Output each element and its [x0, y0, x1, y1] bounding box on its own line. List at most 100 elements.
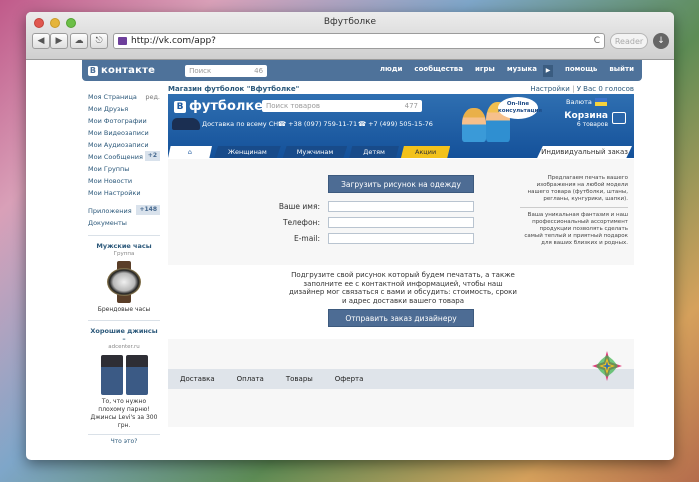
- send-order-button[interactable]: Отправить заказ дизайнеру: [328, 309, 474, 327]
- nav-games[interactable]: игры: [475, 65, 495, 77]
- sidebar-item-audio[interactable]: Мои Аудиозаписи: [88, 139, 160, 151]
- name-label: Ваше имя:: [278, 202, 320, 211]
- sidebar-item-label: Мои Фотографии: [88, 117, 147, 125]
- title-bar: Вфутболке ◀ ▶ ☁ ⎋ http://vk.com/app? C R…: [26, 12, 674, 60]
- cart-count: 6 товаров: [576, 121, 608, 128]
- phone-icon: ☎: [278, 120, 287, 128]
- ad-subtitle: adcenter.ru: [108, 344, 140, 350]
- tab-kids[interactable]: Детям: [349, 146, 399, 158]
- votes-link[interactable]: У Вас 0 голосов: [577, 85, 634, 93]
- shop-logo[interactable]: B футболке: [174, 99, 263, 114]
- sidebar-item-groups[interactable]: Мои Группы: [88, 163, 160, 175]
- left-sidebar: Моя Страница ред. Мои Друзья Мои Фотограф…: [88, 91, 160, 445]
- downloads-icon[interactable]: ↓: [653, 33, 669, 49]
- nav-music[interactable]: музыка: [507, 65, 537, 77]
- tab-women[interactable]: Женщинам: [214, 146, 281, 158]
- shop-logo-text: футболке: [189, 99, 264, 114]
- cloud-icon: ☁: [74, 36, 84, 46]
- footer-nav: Доставка Оплата Товары Оферта: [168, 369, 634, 389]
- sidebar-item-apps[interactable]: Приложения +148: [88, 205, 160, 217]
- sidebar-item-news[interactable]: Мои Новости: [88, 175, 160, 187]
- ad-title[interactable]: Мужские часы: [88, 242, 160, 250]
- footer-offer-link[interactable]: Оферта: [335, 375, 364, 383]
- whats-this-row: Что это?: [88, 434, 160, 445]
- nav-help[interactable]: помощь: [565, 65, 597, 77]
- online-consultation-bubble[interactable]: On-line консультация: [498, 97, 542, 119]
- tab-men[interactable]: Мужчинам: [282, 146, 348, 158]
- edit-link[interactable]: ред.: [145, 91, 160, 103]
- footer-products-link[interactable]: Товары: [286, 375, 313, 383]
- upload-image-button[interactable]: Загрузить рисунок на одежду: [328, 175, 474, 193]
- tab-individual-order[interactable]: Индивидуальный заказ: [537, 146, 632, 158]
- sidebar-item-label: Мои Группы: [88, 165, 130, 173]
- sidebar-item-photos[interactable]: Мои Фотографии: [88, 115, 160, 127]
- email-field[interactable]: [328, 233, 474, 244]
- ad-title[interactable]: Хорошие джинсы –: [88, 327, 160, 343]
- currency-selector[interactable]: Валюта: [566, 98, 607, 106]
- sidebar-item-my-page[interactable]: Моя Страница ред.: [88, 91, 160, 103]
- vk-nav: люди сообщества игры музыка ▶ помощь вый…: [380, 64, 634, 77]
- reload-icon[interactable]: C: [594, 36, 600, 46]
- messages-badge: +2: [144, 151, 160, 161]
- app-title: Магазин футболок "Вфутболке": [168, 84, 300, 93]
- sidebar-item-documents[interactable]: Документы: [88, 217, 160, 229]
- cart-title: Корзина: [564, 111, 608, 121]
- phone-field[interactable]: [328, 217, 474, 228]
- star-logo-icon: [592, 351, 622, 381]
- site-favicon-icon: [118, 37, 127, 45]
- ad-text: Брендовые часы: [97, 306, 151, 313]
- settings-link[interactable]: Настройки: [530, 85, 570, 93]
- info-paragraph-1: Предлагаем печать вашего изображения на …: [527, 175, 628, 202]
- icloud-button[interactable]: ☁: [70, 33, 88, 49]
- vk-logo[interactable]: B контакте: [88, 65, 155, 76]
- cart[interactable]: Корзина 6 товаров: [564, 111, 608, 128]
- ad-text: То, что нужно плохому парню! Джинсы Levi…: [90, 398, 158, 429]
- footer-delivery-link[interactable]: Доставка: [180, 375, 215, 383]
- footer-payment-link[interactable]: Оплата: [237, 375, 264, 383]
- watch-image[interactable]: [101, 261, 147, 303]
- nav-communities[interactable]: сообщества: [414, 65, 463, 77]
- address-bar[interactable]: http://vk.com/app? C: [113, 33, 605, 49]
- jeans-image[interactable]: [98, 355, 150, 395]
- share-button[interactable]: ⎋: [90, 33, 108, 49]
- ad-jeans[interactable]: Хорошие джинсы – adcenter.ru То, что нуж…: [88, 320, 160, 430]
- sidebar-item-settings[interactable]: Мои Настройки: [88, 187, 160, 199]
- sidebar-item-friends[interactable]: Мои Друзья: [88, 103, 160, 115]
- back-button[interactable]: ◀: [32, 33, 50, 49]
- description-text: Подгрузите свой рисунок который будем пе…: [289, 271, 517, 305]
- phone-number: +38 (097) 759-11-71: [288, 120, 358, 128]
- shop-search-input[interactable]: Поиск товаров 477: [262, 100, 422, 112]
- share-icon: ⎋: [95, 36, 103, 46]
- vk-search-input[interactable]: Поиск 46: [185, 64, 268, 77]
- nav-people[interactable]: люди: [380, 65, 403, 77]
- phone-icon: ☎: [358, 120, 367, 128]
- tab-promo[interactable]: Акции: [400, 146, 451, 158]
- play-icon[interactable]: ▶: [543, 64, 554, 77]
- home-icon: ⌂: [187, 148, 193, 156]
- sidebar-item-videos[interactable]: Мои Видеозаписи: [88, 127, 160, 139]
- reader-button[interactable]: Reader: [610, 33, 648, 49]
- ad-watches[interactable]: Мужские часы Группа Брендовые часы: [88, 235, 160, 314]
- order-form-area: Загрузить рисунок на одежду Ваше имя: Те…: [168, 159, 634, 427]
- nav-logout[interactable]: выйти: [609, 65, 634, 77]
- sidebar-item-label: Мои Видеозаписи: [88, 129, 149, 137]
- name-field[interactable]: [328, 201, 474, 212]
- delivery-text: Доставка по всему СНГ: [202, 120, 283, 128]
- description-box: Подгрузите свой рисунок который будем пе…: [168, 265, 634, 339]
- whats-this-link[interactable]: Что это?: [88, 438, 160, 445]
- sidebar-item-messages[interactable]: Мои Сообщения +2: [88, 151, 160, 163]
- ukraine-flag-icon: [594, 98, 607, 106]
- url-text: http://vk.com/app?: [131, 36, 216, 46]
- phone-label: Телефон:: [282, 218, 320, 227]
- sidebar-item-label: Моя Страница: [88, 93, 137, 101]
- shop-search-count: 477: [404, 102, 418, 110]
- tab-home[interactable]: ⌂: [168, 146, 212, 158]
- phone-number: +7 (499) 505-15-76: [368, 120, 433, 128]
- car-icon: [172, 118, 200, 130]
- cart-icon[interactable]: [612, 112, 626, 124]
- phone-ua: ☎ +38 (097) 759-11-71: [278, 120, 357, 128]
- app-container: Магазин футболок "Вфутболке" Настройки |…: [166, 81, 636, 453]
- forward-button[interactable]: ▶: [50, 33, 68, 49]
- sidebar-item-label: Мои Друзья: [88, 105, 129, 113]
- currency-label: Валюта: [566, 98, 592, 106]
